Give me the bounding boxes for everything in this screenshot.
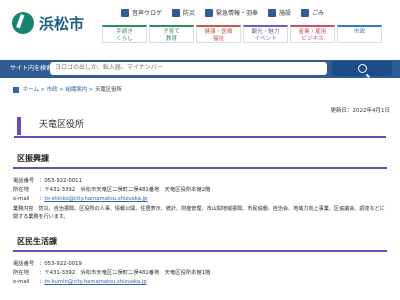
category-nav: 手続き くらし 子育て 教育 健康・医療 福祉 観光・魅力 イベント 産業・雇用 ビジネス… — [102, 25, 382, 43]
address-row: 所在地 ：〒431-3392 浜松市天竜区二俣町二俣481番地 天竜区役所本館2階 — [13, 187, 211, 193]
phone-row: 電話番号 ：053-922-0011 — [13, 178, 82, 184]
nav-tile-childcare[interactable]: 子育て 教育 — [149, 25, 194, 43]
utility-emergency[interactable]: 緊急情報・羽奉 — [205, 8, 258, 17]
breadcrumb-home[interactable]: ホーム — [23, 87, 39, 93]
home-icon — [13, 86, 19, 93]
trash-icon — [301, 8, 310, 17]
alert-icon — [205, 8, 214, 17]
email-link[interactable]: tn-shinko@city.hamamatsu.shizuoka.jp — [44, 196, 147, 202]
nav-tile-life[interactable]: 手続き くらし — [102, 25, 147, 43]
title-accent-bar — [17, 117, 21, 135]
site-logo[interactable]: 浜松市 — [12, 12, 84, 34]
email-row: e-mail ：tn-kumin@city.hamamatsu.shizuoka.… — [13, 279, 147, 285]
search-icon — [357, 64, 367, 73]
nav-tile-citygov[interactable]: 市政 — [337, 25, 382, 43]
shield-icon — [172, 8, 181, 17]
section-body: 電話番号 ：053-922-0011 所在地 ：〒431-3392 浜松市天竜区二俣… — [13, 177, 387, 221]
site-header: 浜松市 音声ウロゲ 防災 緊急情報・羽奉 施設 ごみ 手続き くらし 子育て 教育 … — [0, 0, 400, 60]
breadcrumb-citygov[interactable]: 市政 — [47, 87, 58, 93]
breadcrumb-organization[interactable]: 組織案内 — [65, 87, 87, 93]
nav-tile-tourism[interactable]: 観光・魅力 イベント — [243, 25, 288, 43]
address-row: 所在地 ：〒431-3392 浜松市天竜区二俣町二俣481番地 天竜区役所本館1階 — [13, 270, 211, 276]
breadcrumb: ホーム > 市政 > 組織案内 > 天竜区役所 — [13, 85, 122, 93]
utility-disaster[interactable]: 防災 — [172, 8, 195, 17]
phone-row: 電話番号 ：053-922-0019 — [13, 261, 82, 267]
duties-text: 業務内容 防災、自治振興、区役所の人事、情報公開、住居表示、統計、財産管理、市山… — [13, 206, 385, 220]
building-icon — [268, 8, 277, 17]
section-heading: 区振興課 — [13, 151, 387, 169]
nav-tile-health[interactable]: 健康・医療 福祉 — [196, 25, 241, 43]
search-label: サイト内を検索 — [10, 65, 53, 72]
utility-facility[interactable]: 施設 — [268, 8, 291, 17]
utility-voice[interactable]: 音声ウロゲ — [121, 8, 162, 17]
site-title: 浜松市 — [39, 14, 85, 33]
page-title: 天竜区役所 — [14, 113, 386, 138]
email-row: e-mail ：tn-shinko@city.hamamatsu.shizuoka… — [13, 196, 148, 202]
section-body: 電話番号 ：053-922-0019 所在地 ：〒431-3392 浜松市天竜区二俣… — [13, 260, 387, 287]
city-emblem-icon — [12, 12, 34, 34]
section-shinko: 区振興課 電話番号 ：053-922-0011 所在地 ：〒431-3392 浜松市… — [13, 151, 387, 221]
search-button[interactable] — [332, 61, 392, 76]
voice-icon — [121, 8, 129, 17]
utility-nav: 音声ウロゲ 防災 緊急情報・羽奉 施設 ごみ — [121, 8, 334, 17]
nav-tile-business[interactable]: 産業・雇用 ビジネス — [290, 25, 335, 43]
email-link[interactable]: tn-kumin@city.hamamatsu.shizuoka.jp — [44, 279, 146, 285]
search-input[interactable] — [50, 62, 327, 75]
utility-garbage[interactable]: ごみ — [301, 8, 324, 17]
section-kumin: 区民生活課 電話番号 ：053-922-0019 所在地 ：〒431-3392 浜松… — [13, 234, 387, 287]
section-heading: 区民生活課 — [13, 234, 387, 252]
breadcrumb-current: 天竜区役所 — [94, 87, 122, 93]
